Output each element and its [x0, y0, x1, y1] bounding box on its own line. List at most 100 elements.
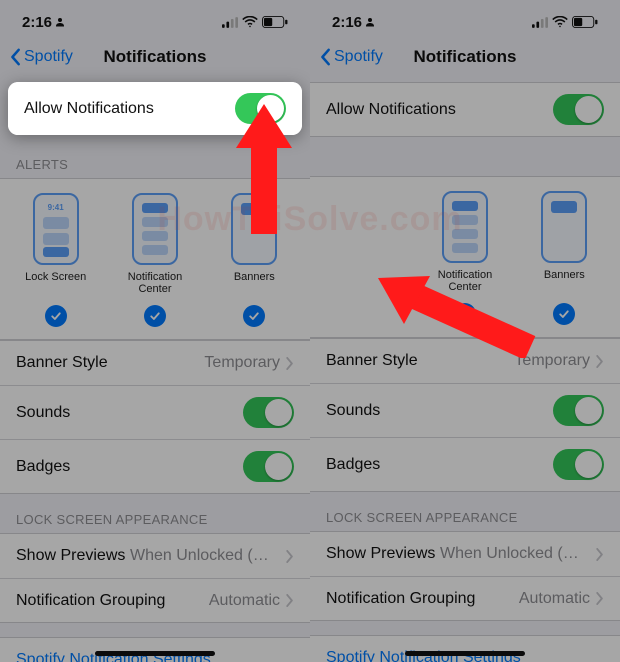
- banner-style-value: Temporary: [204, 354, 280, 372]
- settings-group-1: Banner Style Temporary Sounds Badges: [0, 340, 310, 494]
- page-title: Notifications: [104, 47, 207, 67]
- chevron-right-icon: [596, 592, 604, 605]
- grouping-label: Notification Grouping: [16, 592, 165, 610]
- sounds-toggle[interactable]: [243, 397, 294, 428]
- chevron-left-icon: [10, 48, 22, 66]
- chevron-right-icon: [286, 594, 294, 607]
- settings-group-2: Show Previews When Unlocked (Defau… Noti…: [310, 531, 620, 621]
- settings-group-2: Show Previews When Unlocked (Defau… Noti…: [0, 533, 310, 623]
- alert-option-banners[interactable]: Banners: [520, 191, 608, 293]
- chevron-right-icon: [596, 548, 604, 561]
- alert-check-banners[interactable]: [553, 303, 575, 325]
- screenshot-left: 2:16 Spotify Notifications Allow Notific…: [0, 0, 310, 662]
- status-time: 2:16: [22, 14, 52, 31]
- alert-check-notification-center[interactable]: [454, 303, 476, 325]
- previews-value: When Unlocked (Defau…: [130, 547, 280, 565]
- alert-label: Lock Screen: [25, 271, 86, 283]
- allow-toggle[interactable]: [235, 93, 286, 124]
- nav-bar: Spotify Notifications: [0, 36, 310, 78]
- battery-icon: [262, 16, 288, 28]
- screenshot-right: 2:16 Spotify Notifications Allow Notific…: [310, 0, 620, 662]
- battery-icon: [572, 16, 598, 28]
- alert-label: Notification Center: [421, 269, 509, 293]
- alert-label: Banners: [544, 269, 585, 281]
- notification-grouping-row[interactable]: Notification Grouping Automatic: [310, 576, 620, 620]
- badges-row: Badges: [310, 437, 620, 491]
- previews-value: When Unlocked (Defau…: [440, 545, 590, 563]
- banners-illustration-icon: [231, 193, 277, 265]
- alert-option-notification-center[interactable]: Notification Center: [111, 193, 199, 295]
- allow-label: Allow Notifications: [326, 101, 456, 119]
- alerts-row: Lock Screen Notification Center Banners: [310, 176, 620, 299]
- person-icon: [364, 16, 376, 28]
- allow-toggle[interactable]: [553, 94, 604, 125]
- allow-notifications-row: Allow Notifications: [8, 82, 302, 135]
- alert-check-lock-screen[interactable]: [45, 305, 67, 327]
- banner-style-row[interactable]: Banner Style Temporary: [310, 339, 620, 383]
- notification-grouping-row[interactable]: Notification Grouping Automatic: [0, 578, 310, 622]
- badges-row: Badges: [0, 439, 310, 493]
- chevron-right-icon: [596, 355, 604, 368]
- wifi-icon: [552, 16, 568, 28]
- sounds-label: Sounds: [16, 404, 70, 422]
- status-time: 2:16: [332, 14, 362, 31]
- banner-style-label: Banner Style: [326, 352, 418, 370]
- alert-check-banners[interactable]: [243, 305, 265, 327]
- badges-toggle[interactable]: [553, 449, 604, 480]
- app-notification-settings-row[interactable]: Spotify Notification Settings: [0, 638, 310, 662]
- alerts-checks-row: [0, 301, 310, 340]
- appearance-header: LOCK SCREEN APPEARANCE: [0, 494, 310, 533]
- banner-style-row[interactable]: Banner Style Temporary: [0, 341, 310, 385]
- sounds-toggle[interactable]: [553, 395, 604, 426]
- back-label: Spotify: [334, 48, 383, 66]
- alerts-row: Lock Screen Notification Center Banners: [0, 178, 310, 301]
- banners-illustration-icon: [541, 191, 587, 263]
- page-title: Notifications: [414, 47, 517, 67]
- wifi-icon: [242, 16, 258, 28]
- signal-icon: [532, 17, 548, 28]
- appearance-header: LOCK SCREEN APPEARANCE: [310, 492, 620, 531]
- home-indicator: [405, 651, 525, 656]
- nav-bar: Spotify Notifications: [310, 36, 620, 78]
- alert-check-notification-center[interactable]: [144, 305, 166, 327]
- alert-option-banners[interactable]: Banners: [210, 193, 298, 295]
- sounds-row: Sounds: [310, 383, 620, 437]
- allow-notifications-row: Allow Notifications: [310, 82, 620, 137]
- signal-icon: [222, 17, 238, 28]
- home-indicator: [95, 651, 215, 656]
- lock-screen-illustration-icon: [33, 193, 79, 265]
- previews-label: Show Previews: [326, 545, 435, 563]
- show-previews-row[interactable]: Show Previews When Unlocked (Defau…: [310, 532, 620, 576]
- sounds-row: Sounds: [0, 385, 310, 439]
- banner-style-label: Banner Style: [16, 354, 108, 372]
- allow-label: Allow Notifications: [24, 100, 154, 118]
- grouping-value: Automatic: [209, 592, 280, 610]
- app-notification-settings-row[interactable]: Spotify Notification Settings: [310, 636, 620, 662]
- sounds-label: Sounds: [326, 402, 380, 420]
- status-bar: 2:16: [0, 0, 310, 36]
- chevron-left-icon: [320, 48, 332, 66]
- person-icon: [54, 16, 66, 28]
- alert-option-lock-screen[interactable]: Lock Screen: [12, 193, 100, 295]
- back-button[interactable]: Spotify: [320, 48, 383, 66]
- settings-group-1: Banner Style Temporary Sounds Badges: [310, 338, 620, 492]
- badges-label: Badges: [326, 456, 380, 474]
- notification-center-illustration-icon: [132, 193, 178, 265]
- settings-group-3: Spotify Notification Settings: [310, 635, 620, 662]
- back-label: Spotify: [24, 48, 73, 66]
- chevron-right-icon: [286, 357, 294, 370]
- badges-label: Badges: [16, 458, 70, 476]
- previews-label: Show Previews: [16, 547, 125, 565]
- banner-style-value: Temporary: [514, 352, 590, 370]
- alerts-checks-row: [310, 299, 620, 338]
- status-bar: 2:16: [310, 0, 620, 36]
- alert-option-notification-center[interactable]: Notification Center: [421, 191, 509, 293]
- settings-group-3: Spotify Notification Settings: [0, 637, 310, 662]
- show-previews-row[interactable]: Show Previews When Unlocked (Defau…: [0, 534, 310, 578]
- badges-toggle[interactable]: [243, 451, 294, 482]
- alert-label: Banners: [234, 271, 275, 283]
- alert-label: Notification Center: [111, 271, 199, 295]
- grouping-value: Automatic: [519, 590, 590, 608]
- back-button[interactable]: Spotify: [10, 48, 73, 66]
- notification-center-illustration-icon: [442, 191, 488, 263]
